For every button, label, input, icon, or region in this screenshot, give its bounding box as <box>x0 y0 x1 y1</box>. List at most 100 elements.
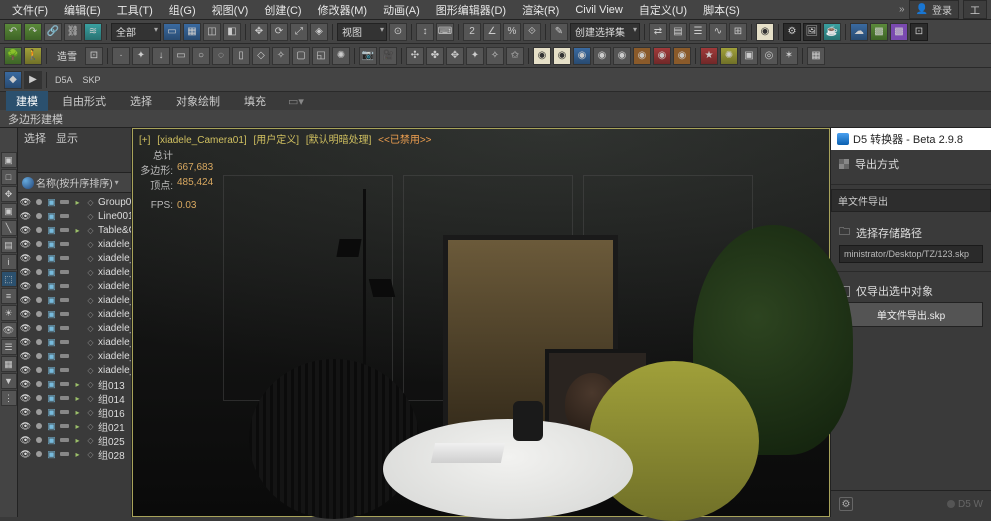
angle-snap-button[interactable]: ∠ <box>483 23 501 41</box>
render-production-button[interactable]: ☕ <box>823 23 841 41</box>
visibility-eye-icon[interactable]: 👁 <box>20 351 31 362</box>
single-file-export-row[interactable]: 单文件导出 <box>831 189 991 212</box>
freeze-dot-icon[interactable] <box>33 225 44 236</box>
fx-5-button[interactable]: ✶ <box>780 47 798 65</box>
render-cam-icon[interactable]: ▣ <box>46 421 57 432</box>
menu-views[interactable]: 视图(V) <box>204 0 257 20</box>
move-button[interactable]: ✥ <box>250 23 268 41</box>
helpers-c-button[interactable]: ✥ <box>446 47 464 65</box>
scene-tree-row[interactable]: 👁▣◇xiadele_ <box>18 279 131 293</box>
checker-b-button[interactable]: ▩ <box>890 23 908 41</box>
mirror-button[interactable]: ⇄ <box>649 23 667 41</box>
cam-target-button[interactable]: 🎥 <box>379 47 397 65</box>
visibility-eye-icon[interactable]: 👁 <box>20 295 31 306</box>
display-bar-icon[interactable] <box>59 337 70 348</box>
only-selected-row[interactable]: 仅导出选中对象 <box>839 280 983 302</box>
scene-tree-row[interactable]: 👁▣◇xiadele_ <box>18 321 131 335</box>
freeze-dot-icon[interactable] <box>33 351 44 362</box>
expand-icon[interactable]: ▸ <box>72 393 83 404</box>
rotate-button[interactable]: ⟳ <box>270 23 288 41</box>
freeze-dot-icon[interactable] <box>33 421 44 432</box>
freeze-dot-icon[interactable] <box>33 197 44 208</box>
render-cam-icon[interactable]: ▣ <box>46 351 57 362</box>
render-cam-icon[interactable]: ▣ <box>46 435 57 446</box>
render-cam-icon[interactable]: ▣ <box>46 407 57 418</box>
preset-2-button[interactable]: ◉ <box>553 47 571 65</box>
scene-tree-row[interactable]: 👁▣◇xiadele_ <box>18 251 131 265</box>
fx-1-button[interactable]: ★ <box>700 47 718 65</box>
scene-tree-row[interactable]: 👁▣▸◇Group00 <box>18 195 131 209</box>
menu-scripting[interactable]: 脚本(S) <box>695 0 748 20</box>
scene-tree-row[interactable]: 👁▣▸◇组021 <box>18 419 131 433</box>
ribbon-tab-modeling[interactable]: 建模 <box>6 91 48 111</box>
window-crossing-button[interactable]: ◧ <box>223 23 241 41</box>
visibility-eye-icon[interactable]: 👁 <box>20 267 31 278</box>
freeze-dot-icon[interactable] <box>33 379 44 390</box>
d5-sync-icon[interactable]: ◆ <box>4 71 22 89</box>
visibility-eye-icon[interactable]: 👁 <box>20 449 31 460</box>
cmd-info-icon[interactable]: i <box>1 254 17 270</box>
helpers-a-button[interactable]: ✣ <box>406 47 424 65</box>
freeze-dot-icon[interactable] <box>33 281 44 292</box>
preset-5-button[interactable]: ◉ <box>613 47 631 65</box>
expand-icon[interactable]: ▸ <box>72 421 83 432</box>
scene-tree-row[interactable]: 👁▣◇xiadele_ <box>18 237 131 251</box>
link-button[interactable]: 🔗 <box>44 23 62 41</box>
visibility-eye-icon[interactable]: 👁 <box>20 197 31 208</box>
viewport[interactable]: [+] [xiadele_Camera01] [用户定义] [默认明暗处理] <… <box>132 128 830 517</box>
ribbon-tab-freeform[interactable]: 自由形式 <box>52 91 116 111</box>
preset-1-button[interactable]: ◉ <box>533 47 551 65</box>
render-cam-icon[interactable]: ▣ <box>46 253 57 264</box>
expand-icon[interactable]: ▸ <box>72 379 83 390</box>
cmd-move-icon[interactable]: ✥ <box>1 186 17 202</box>
select-by-name-button[interactable]: ▦ <box>183 23 201 41</box>
render-cam-icon[interactable]: ▣ <box>46 323 57 334</box>
chevrons-icon[interactable]: » <box>899 4 905 15</box>
expand-icon[interactable]: ▸ <box>72 197 83 208</box>
visibility-eye-icon[interactable]: 👁 <box>20 225 31 236</box>
light-portal-button[interactable]: ▢ <box>292 47 310 65</box>
scene-tree-row[interactable]: 👁▣▸◇组025 <box>18 433 131 447</box>
scene-tree-row[interactable]: 👁▣◇xiadele_ <box>18 307 131 321</box>
light-area-button[interactable]: ▭ <box>172 47 190 65</box>
viewport-plus[interactable]: [+] <box>137 135 152 146</box>
menu-modifiers[interactable]: 修改器(M) <box>310 0 376 20</box>
freeze-dot-icon[interactable] <box>33 295 44 306</box>
menu-animation[interactable]: 动画(A) <box>375 0 428 20</box>
freeze-dot-icon[interactable] <box>33 253 44 264</box>
menu-group[interactable]: 组(G) <box>161 0 204 20</box>
render-cam-icon[interactable]: ▣ <box>46 309 57 320</box>
visibility-eye-icon[interactable]: 👁 <box>20 421 31 432</box>
ref-coord-dropdown[interactable]: 视图 <box>337 23 387 41</box>
visibility-eye-icon[interactable]: 👁 <box>20 435 31 446</box>
scene-tab-select[interactable]: 选择 <box>24 130 46 146</box>
freeze-dot-icon[interactable] <box>33 365 44 376</box>
selection-filter-dropdown[interactable]: 全部 <box>111 23 161 41</box>
preset-8-button[interactable]: ◉ <box>673 47 691 65</box>
preset-7-button[interactable]: ◉ <box>653 47 671 65</box>
helpers-d-button[interactable]: ✦ <box>466 47 484 65</box>
choose-path-row[interactable]: 🗀 选择存储路径 <box>839 220 983 245</box>
ribbon-tab-populate[interactable]: 填充 <box>234 91 276 111</box>
edit-selection-button[interactable]: ✎ <box>550 23 568 41</box>
cmd-camera-icon[interactable]: ▣ <box>1 203 17 219</box>
cmd-more-icon[interactable]: ⋮ <box>1 390 17 406</box>
helpers-f-button[interactable]: ✩ <box>506 47 524 65</box>
redo-button[interactable]: ↷ <box>24 23 42 41</box>
layers-button[interactable]: ☰ <box>689 23 707 41</box>
percent-snap-button[interactable]: % <box>503 23 521 41</box>
checker-a-button[interactable]: ▩ <box>870 23 888 41</box>
login-button[interactable]: 👤 登录 <box>909 0 959 19</box>
scene-tree-row[interactable]: 👁▣▸◇组016 <box>18 405 131 419</box>
scene-tree[interactable]: 👁▣▸◇Group00👁▣◇Line001👁▣▸◇Table&C👁▣◇xiade… <box>18 193 131 463</box>
display-bar-icon[interactable] <box>59 239 70 250</box>
freeze-dot-icon[interactable] <box>33 435 44 446</box>
fx-3-button[interactable]: ▣ <box>740 47 758 65</box>
scene-tree-row[interactable]: 👁▣◇xiadele_ <box>18 349 131 363</box>
freeze-dot-icon[interactable] <box>33 337 44 348</box>
visibility-eye-icon[interactable]: 👁 <box>20 253 31 264</box>
visibility-eye-icon[interactable]: 👁 <box>20 239 31 250</box>
menu-customize[interactable]: 自定义(U) <box>631 0 695 20</box>
scene-tree-row[interactable]: 👁▣▸◇组014 <box>18 391 131 405</box>
menu-tools[interactable]: 工具(T) <box>109 0 161 20</box>
